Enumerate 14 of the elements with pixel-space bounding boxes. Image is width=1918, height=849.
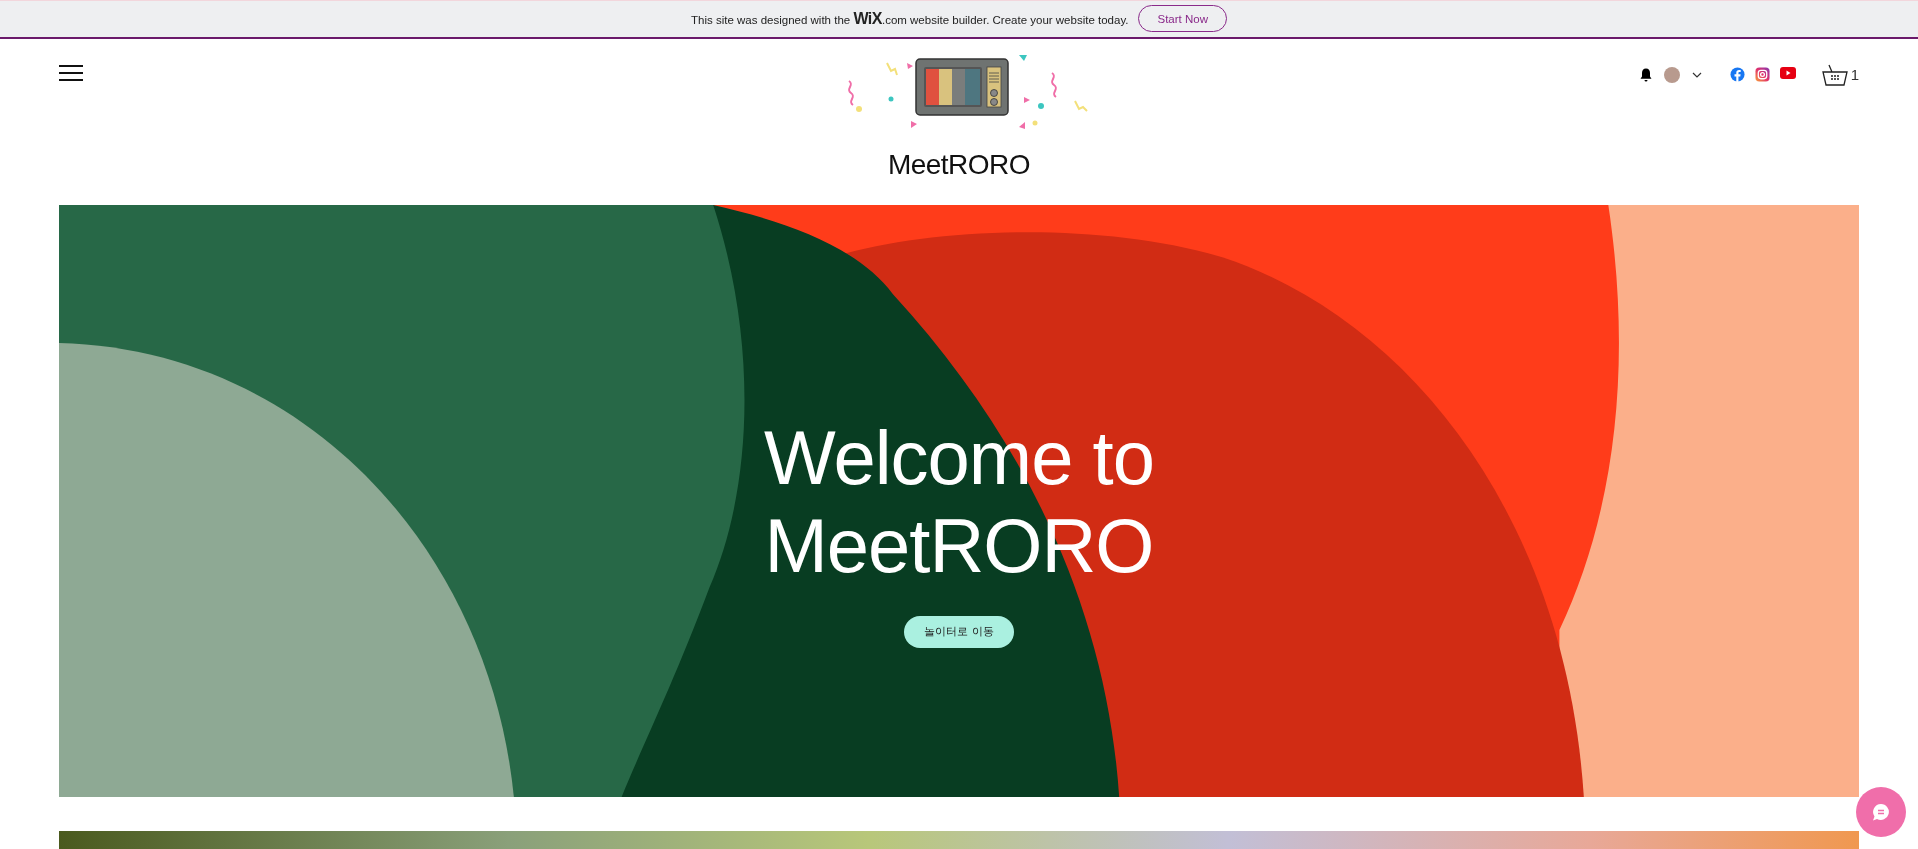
basket-icon [1821, 63, 1848, 86]
account-avatar-button[interactable] [1663, 66, 1680, 83]
facebook-icon[interactable] [1729, 67, 1745, 83]
video-play-icon[interactable] [1779, 67, 1796, 80]
instagram-icon[interactable] [1754, 67, 1770, 83]
site-name: MeetRORO [887, 148, 1031, 181]
cart-button[interactable]: 1 [1821, 63, 1859, 86]
playground-button[interactable]: 놀이터로 이동 [904, 615, 1014, 648]
menu-icon[interactable] [59, 62, 83, 83]
promo-text: This site was designed with the WiX.com website builder. Create your website today. [691, 9, 1129, 28]
chevron-down-icon[interactable] [1691, 71, 1702, 78]
chat-bubble-icon [1871, 802, 1891, 822]
notification-bell-icon[interactable] [1639, 67, 1652, 82]
chat-button[interactable] [1856, 787, 1906, 837]
